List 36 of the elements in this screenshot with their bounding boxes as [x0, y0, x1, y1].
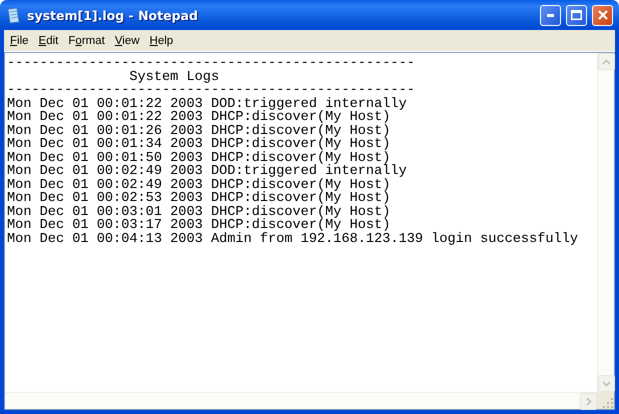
- log-line: --------------------------------------------------: [7, 57, 416, 70]
- log-line: Mon Dec 01 00:02:53 2003 DHCP:discover(My Host): [7, 192, 392, 206]
- close-icon: [598, 10, 608, 20]
- scroll-right-button[interactable]: [580, 393, 597, 410]
- notepad-icon: [6, 6, 22, 24]
- log-line: Mon Dec 01 00:03:17 2003 DHCP:discover(My Host): [7, 219, 390, 232]
- minimize-button[interactable]: [540, 4, 561, 26]
- resize-grip-icon[interactable]: [602, 397, 614, 409]
- scroll-down-button[interactable]: [598, 375, 615, 392]
- log-line: --------------------------------------------------: [7, 84, 416, 98]
- log-line: Mon Dec 01 00:04:13 2003 Admin from 192.168.123.139 login successfully: [7, 232, 580, 246]
- maximize-icon: [571, 10, 582, 20]
- log-line: Mon Dec 01 00:02:49 2003 DOD:triggered internally: [7, 165, 408, 178]
- menu-item[interactable]: Edit: [34, 34, 64, 46]
- menu-item[interactable]: View: [110, 34, 146, 46]
- log-line: Mon Dec 01 00:01:34 2003 DHCP:discover(My Host): [7, 138, 392, 152]
- close-button[interactable]: [592, 4, 613, 26]
- horizontal-scrollbar[interactable]: [5, 392, 597, 409]
- log-line: Mon Dec 01 00:01:22 2003 DHCP:discover(My Host): [7, 111, 392, 124]
- log-line: Mon Dec 01 00:01:50 2003 DHCP:discover(My Host): [7, 152, 390, 165]
- menu-item[interactable]: Help: [146, 34, 180, 46]
- chevron-up-icon: [602, 58, 611, 64]
- menu-item[interactable]: File: [6, 34, 35, 46]
- chevron-down-icon: [602, 380, 611, 386]
- chevron-right-icon: [586, 397, 592, 406]
- log-line: Mon Dec 01 00:03:01 2003 DHCP:discover(My Host): [7, 206, 392, 219]
- minimize-icon: [547, 14, 554, 16]
- log-line: System Logs: [128, 70, 220, 84]
- log-line: Mon Dec 01 00:01:22 2003 DOD:triggered internally: [7, 98, 408, 111]
- vertical-scrollbar[interactable]: [597, 53, 614, 392]
- menu-item[interactable]: Format: [64, 34, 111, 46]
- log-line: Mon Dec 01 00:02:49 2003 DHCP:discover(My Host): [7, 178, 392, 192]
- maximize-button[interactable]: [566, 4, 587, 26]
- scroll-up-button[interactable]: [598, 53, 615, 70]
- window-title: system[1].log - Notepad: [27, 8, 199, 22]
- log-line: Mon Dec 01 00:01:26 2003 DHCP:discover(My Host): [7, 124, 392, 138]
